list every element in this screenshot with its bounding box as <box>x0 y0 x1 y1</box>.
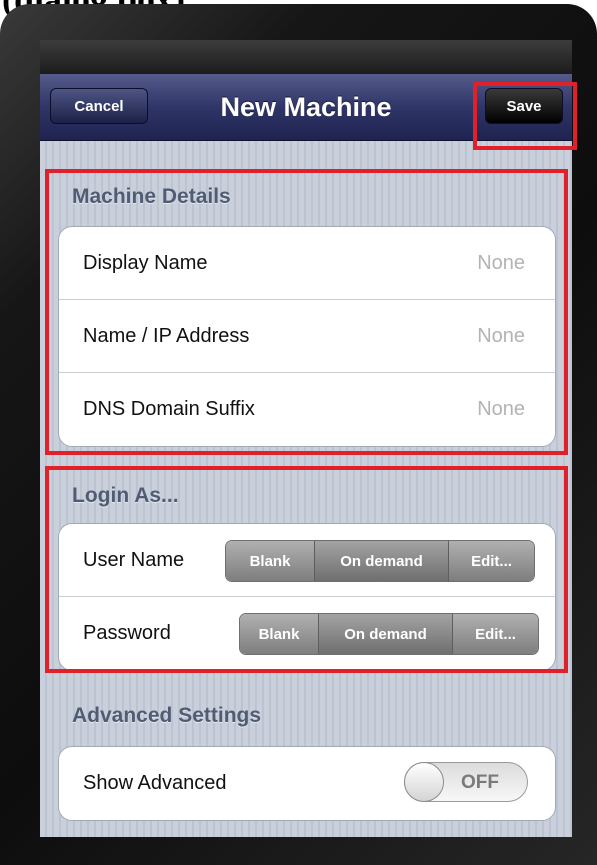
dns-suffix-value[interactable]: None <box>477 398 525 421</box>
user-name-on-demand-button[interactable]: On demand <box>314 541 448 581</box>
show-advanced-row: Show Advanced OFF <box>59 747 555 820</box>
user-name-label: User Name <box>83 548 185 571</box>
show-advanced-label: Show Advanced <box>83 772 227 794</box>
toggle-state-text: OFF <box>461 772 499 793</box>
password-on-demand-button[interactable]: On demand <box>318 614 452 654</box>
status-bar <box>40 40 572 74</box>
ip-address-value[interactable]: None <box>477 325 525 348</box>
show-advanced-toggle[interactable]: OFF <box>404 762 528 802</box>
password-blank-button[interactable]: Blank <box>240 614 318 654</box>
toggle-knob <box>404 762 444 802</box>
advanced-settings-group: Show Advanced OFF <box>58 746 556 821</box>
display-name-row[interactable]: Display Name None <box>59 227 555 300</box>
login-as-header: Login As... <box>72 484 179 507</box>
user-name-edit-button[interactable]: Edit... <box>448 541 534 581</box>
user-name-segmented-control: Blank On demand Edit... <box>225 540 535 582</box>
password-edit-button[interactable]: Edit... <box>452 614 538 654</box>
user-name-row: User Name Blank On demand Edit... <box>59 524 555 597</box>
tablet-frame: Cancel New Machine Save Machine Details … <box>0 4 597 865</box>
dns-suffix-row[interactable]: DNS Domain Suffix None <box>59 373 555 446</box>
display-name-label: Display Name <box>83 251 208 274</box>
advanced-settings-header: Advanced Settings <box>72 704 262 727</box>
machine-details-header: Machine Details <box>72 185 231 208</box>
ip-address-row[interactable]: Name / IP Address None <box>59 300 555 373</box>
user-name-blank-button[interactable]: Blank <box>226 541 314 581</box>
screen: Cancel New Machine Save Machine Details … <box>40 40 572 837</box>
password-row: Password Blank On demand Edit... <box>59 597 555 670</box>
password-label: Password <box>83 622 171 644</box>
dns-suffix-label: DNS Domain Suffix <box>83 398 255 420</box>
ip-address-label: Name / IP Address <box>83 324 250 347</box>
save-button[interactable]: Save <box>485 88 563 124</box>
password-segmented-control: Blank On demand Edit... <box>239 613 539 655</box>
display-name-value[interactable]: None <box>477 252 525 275</box>
machine-details-group: Display Name None Name / IP Address None… <box>58 226 556 447</box>
login-as-group: User Name Blank On demand Edit... Passwo… <box>58 523 556 671</box>
navigation-bar: Cancel New Machine Save <box>40 74 572 141</box>
